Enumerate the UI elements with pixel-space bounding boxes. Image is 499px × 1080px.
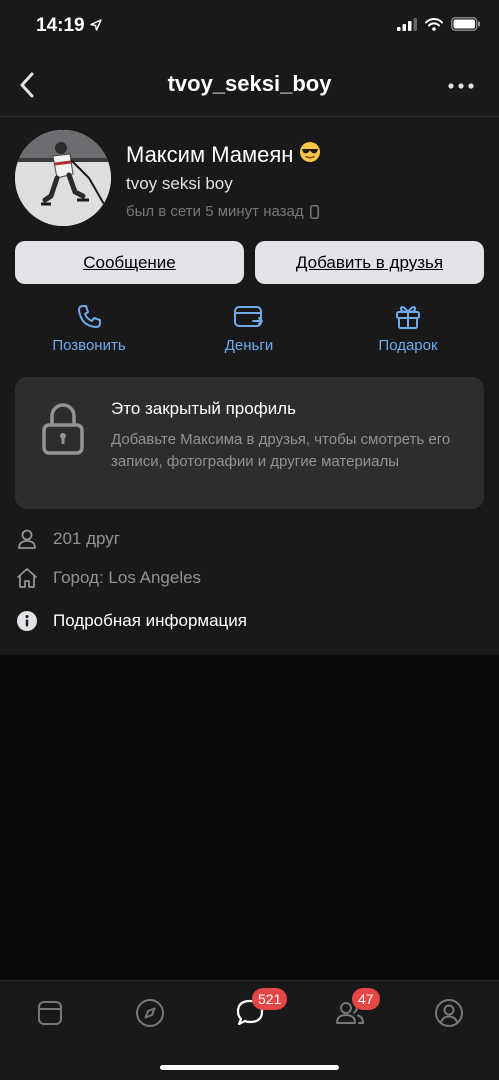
tab-news[interactable] (25, 993, 75, 1033)
city-row: Город: Los Angeles (15, 566, 201, 590)
info-icon (15, 609, 39, 633)
tab-bar: 521 47 (0, 980, 499, 1080)
name-row: Максим Мамеян (126, 141, 321, 169)
message-button[interactable]: Сообщение (15, 241, 244, 284)
lock-icon (42, 403, 84, 455)
location-arrow-icon (90, 19, 102, 31)
wifi-icon (425, 17, 443, 31)
home-icon (15, 566, 39, 590)
city-text: Город: Los Angeles (53, 568, 202, 587)
phone-icon (78, 305, 101, 328)
message-button-label: Сообщение (83, 252, 176, 272)
news-feed-icon (38, 1001, 62, 1025)
battery-icon (451, 17, 480, 31)
screen: 14:19 tvoy_seksi_boy Максим Мамеян tvoy … (0, 0, 499, 1080)
page-title: tvoy_seksi_boy (167, 71, 332, 96)
home-indicator[interactable] (160, 1065, 339, 1070)
more-options-button[interactable] (443, 74, 479, 98)
status-time: 14:19 (36, 15, 85, 36)
tab-friends[interactable]: 47 (325, 988, 380, 1033)
hockey-player-photo (15, 130, 111, 226)
profile-circle-icon (435, 999, 463, 1027)
friends-badge: 47 (352, 988, 380, 1010)
sunglasses-emoji-icon (299, 141, 321, 169)
add-friend-button-label: Добавить в друзья (295, 252, 444, 272)
profile-status-text: tvoy seksi boy (126, 174, 233, 193)
detailed-info-row[interactable]: Подробная информация (15, 609, 247, 633)
friends-count-text: 201 друг (53, 529, 120, 548)
gift-action-label: Подарок (378, 337, 438, 354)
call-action[interactable]: Позвонить (19, 303, 159, 354)
money-action[interactable]: Деньги (179, 303, 319, 354)
call-action-label: Позвонить (52, 337, 126, 354)
mobile-phone-icon (309, 204, 319, 219)
tab-discover[interactable] (125, 993, 175, 1033)
avatar[interactable] (15, 130, 111, 226)
more-horizontal-icon (448, 83, 474, 89)
private-profile-text: Добавьте Максима в друзья, чтобы смотрет… (111, 431, 451, 470)
compass-icon (136, 999, 164, 1027)
messages-badge: 521 (252, 988, 288, 1010)
nav-bar: tvoy_seksi_boy (0, 56, 499, 117)
signal-icon (397, 17, 417, 31)
online-status-text: был в сети 5 минут назад (126, 203, 304, 220)
online-status: был в сети 5 минут назад (126, 203, 319, 220)
money-action-label: Деньги (224, 337, 274, 354)
gift-action[interactable]: Подарок (338, 303, 478, 354)
private-profile-title: Это закрытый профиль (111, 399, 296, 418)
profile-name: Максим Мамеян (126, 142, 294, 167)
private-profile-card: Это закрытый профиль Добавьте Максима в … (15, 377, 484, 509)
user-icon (15, 527, 39, 551)
tab-profile[interactable] (424, 993, 474, 1033)
detailed-info-text: Подробная информация (53, 611, 247, 630)
tab-messages[interactable]: 521 (225, 988, 288, 1033)
friends-count-row[interactable]: 201 друг (15, 527, 120, 551)
status-bar: 14:19 (0, 0, 499, 56)
money-transfer-icon (234, 306, 263, 327)
profile-section: Максим Мамеян tvoy seksi boy был в сети … (0, 117, 499, 655)
status-indicators (397, 17, 481, 31)
gift-icon (396, 306, 420, 329)
add-friend-button[interactable]: Добавить в друзья (255, 241, 484, 284)
